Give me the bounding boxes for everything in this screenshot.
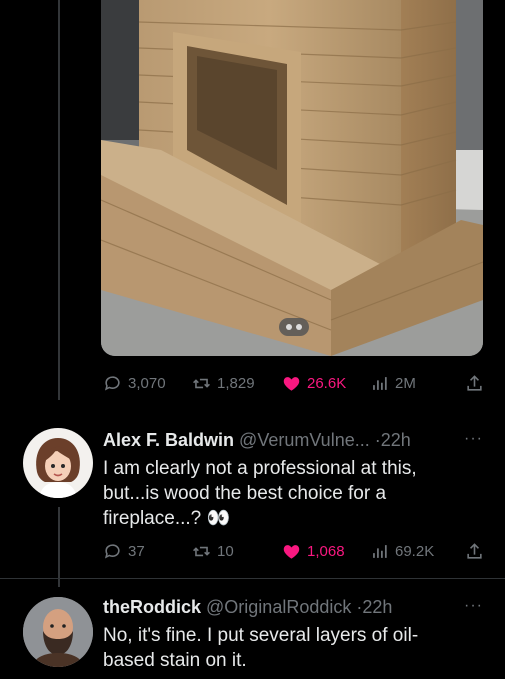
retweet-button[interactable]: 10 bbox=[192, 542, 234, 561]
reply-count: 3,070 bbox=[128, 374, 166, 392]
reply-count: 37 bbox=[128, 542, 145, 560]
views-count: 2M bbox=[395, 374, 416, 392]
views-count: 69.2K bbox=[395, 542, 435, 560]
heart-icon bbox=[283, 544, 300, 559]
like-button[interactable]: 26.6K bbox=[282, 374, 346, 393]
display-name[interactable]: Alex F. Baldwin bbox=[103, 430, 234, 450]
views-icon bbox=[373, 376, 387, 390]
handle[interactable]: @OriginalRoddick bbox=[206, 597, 351, 617]
reply-header: theRoddick @OriginalRoddick ·22h bbox=[103, 597, 392, 618]
reply-button[interactable]: 37 bbox=[103, 542, 145, 561]
share-button[interactable] bbox=[465, 542, 484, 561]
like-count: 26.6K bbox=[307, 374, 347, 392]
reply-icon bbox=[104, 543, 120, 559]
reply-text-content: I am clearly not a professional at this,… bbox=[103, 458, 417, 529]
share-icon bbox=[467, 542, 482, 559]
reply-header: Alex F. Baldwin @VerumVulne... ·22h bbox=[103, 430, 411, 451]
thread-line bbox=[58, 0, 60, 400]
divider bbox=[0, 578, 505, 579]
timestamp[interactable]: 22h bbox=[381, 430, 411, 450]
retweet-icon bbox=[193, 546, 210, 556]
eyes-emoji: 👀 bbox=[206, 508, 231, 529]
timestamp[interactable]: 22h bbox=[362, 597, 392, 617]
reply-text: I am clearly not a professional at this,… bbox=[103, 456, 463, 531]
avatar[interactable] bbox=[23, 428, 93, 498]
display-name[interactable]: theRoddick bbox=[103, 597, 201, 617]
retweet-icon bbox=[193, 378, 210, 388]
handle[interactable]: @VerumVulne... bbox=[239, 430, 370, 450]
views-icon bbox=[373, 544, 387, 558]
heart-icon bbox=[283, 376, 300, 391]
views-button[interactable]: 69.2K bbox=[370, 542, 434, 561]
retweet-count: 1,829 bbox=[217, 374, 255, 392]
retweet-count: 10 bbox=[217, 542, 234, 560]
tweet-image[interactable] bbox=[101, 0, 483, 356]
retweet-button[interactable]: 1,829 bbox=[192, 374, 255, 393]
reply-icon bbox=[104, 375, 120, 391]
more-icon[interactable]: ··· bbox=[464, 597, 483, 615]
share-icon bbox=[467, 374, 482, 391]
avatar[interactable] bbox=[23, 597, 93, 667]
tweet-actions: 3,070 1,829 26.6K 2M bbox=[0, 372, 505, 394]
share-button[interactable] bbox=[465, 374, 484, 393]
views-button[interactable]: 2M bbox=[370, 374, 416, 393]
like-button[interactable]: 1,068 bbox=[282, 542, 345, 561]
reply-actions: 37 10 1,068 69.2K bbox=[0, 540, 505, 562]
reply-button[interactable]: 3,070 bbox=[103, 374, 166, 393]
reply-text: No, it's fine. I put several layers of o… bbox=[103, 625, 419, 671]
like-count: 1,068 bbox=[307, 542, 345, 560]
more-icon[interactable]: ··· bbox=[464, 430, 483, 448]
